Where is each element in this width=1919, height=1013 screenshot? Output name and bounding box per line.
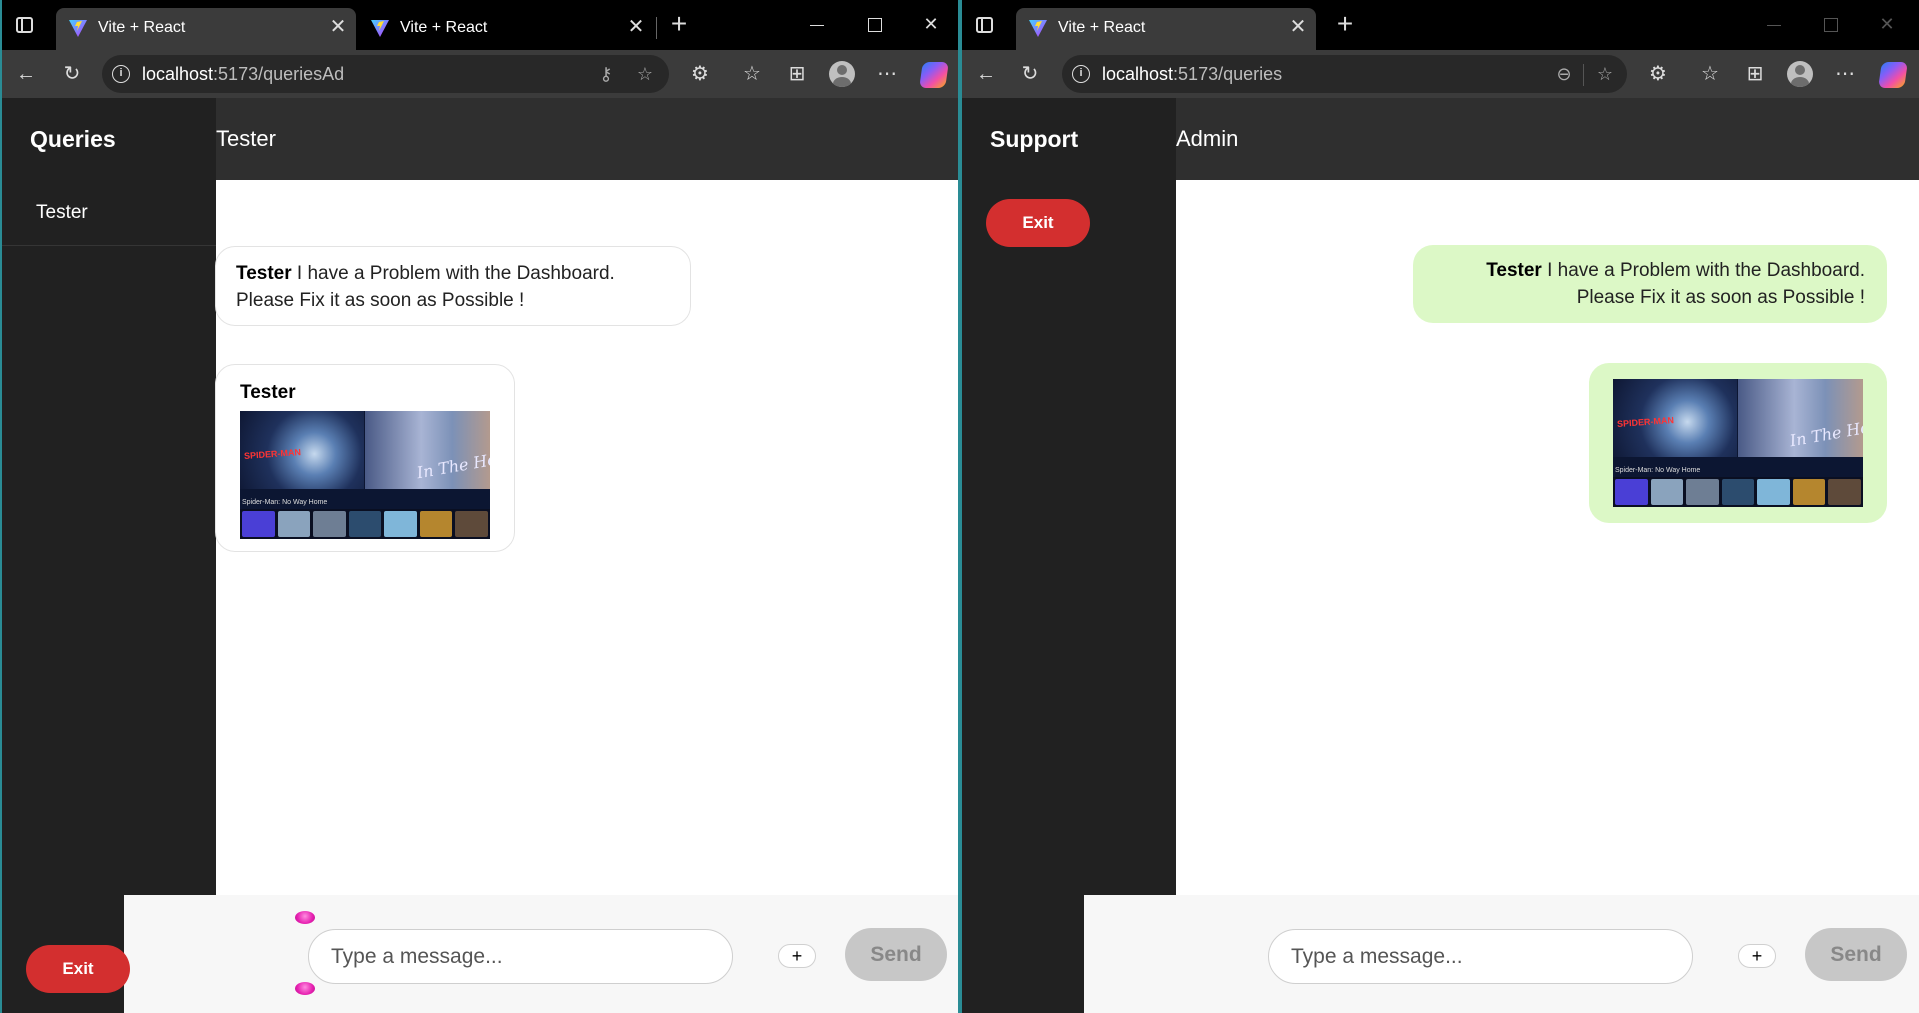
- address-bar[interactable]: i localhost:5173/queries ⊖ ☆: [1062, 55, 1627, 93]
- attach-button[interactable]: +: [1738, 944, 1776, 968]
- message-sender: Tester: [1486, 260, 1542, 281]
- message-text: I have a Problem with the Dashboard. Ple…: [1547, 260, 1865, 308]
- resize-handle-bottom[interactable]: [295, 982, 315, 995]
- browser-toolbar: ← ↻ i localhost:5173/queriesAd ⚷ ☆ ⚙ ☆ ⊞…: [2, 50, 958, 98]
- vite-logo-icon: [69, 20, 87, 37]
- sidebar: Support Exit: [962, 98, 1176, 1013]
- chat-app-user: Support Exit Admin Tester I have a Probl…: [962, 98, 1919, 1013]
- collections-icon[interactable]: ⊞: [785, 62, 809, 86]
- vite-logo-icon: [1029, 20, 1047, 37]
- more-menu-icon[interactable]: ⋯: [1833, 62, 1857, 86]
- sidebar-item-label: Tester: [36, 202, 88, 223]
- message-bubble: Tester I have a Problem with the Dashboa…: [215, 246, 691, 326]
- site-info-icon[interactable]: i: [112, 65, 130, 83]
- composer: + Send: [124, 895, 958, 1013]
- chat-title: Admin: [1176, 126, 1239, 151]
- tab-title: Vite + React: [98, 19, 186, 36]
- screenshot-image[interactable]: SPIDER-MAN In The Heights Spider-Man: No…: [1613, 379, 1863, 507]
- chat-header: Tester: [216, 98, 958, 180]
- desktop: Vite + React ✕ Vite + React ✕ + ✕ ← ↻ i …: [0, 0, 1919, 1013]
- maximize-icon[interactable]: [1816, 10, 1846, 38]
- url-text: localhost:5173/queries: [1102, 64, 1283, 84]
- send-button[interactable]: Send: [1805, 928, 1907, 981]
- minimize-icon[interactable]: [802, 10, 832, 38]
- chat-header: Admin: [1176, 98, 1919, 180]
- favorites-icon[interactable]: ☆: [740, 62, 764, 86]
- composer: + Send: [1084, 895, 1919, 1013]
- browser-window-right: Vite + React ✕ + ✕ ← ↻ i localhost:5173/…: [960, 0, 1919, 1013]
- tab-strip: Vite + React ✕ Vite + React ✕ + ✕: [2, 0, 958, 50]
- tab-actions-icon[interactable]: [14, 14, 36, 36]
- vite-logo-icon: [371, 20, 389, 37]
- tab-vite-react[interactable]: Vite + React ✕: [358, 8, 658, 50]
- close-window-icon[interactable]: ✕: [916, 10, 946, 38]
- browser-toolbar: ← ↻ i localhost:5173/queries ⊖ ☆ ⚙ ☆ ⊞ ⋯: [962, 50, 1919, 98]
- new-tab-icon[interactable]: +: [1331, 10, 1359, 39]
- profile-avatar-icon[interactable]: [829, 61, 855, 87]
- image-message-bubble: Tester SPIDER-MAN In The Heights Spider-…: [215, 364, 515, 552]
- back-icon[interactable]: ←: [14, 62, 38, 86]
- tab-title: Vite + React: [400, 19, 488, 36]
- browser-window-left: Vite + React ✕ Vite + React ✕ + ✕ ← ↻ i …: [0, 0, 960, 1013]
- sidebar: Queries Tester: [2, 98, 216, 1013]
- url-text: localhost:5173/queriesAd: [142, 64, 345, 84]
- close-window-icon[interactable]: ✕: [1872, 10, 1902, 38]
- sidebar-item-tester[interactable]: Tester: [2, 180, 216, 246]
- send-button[interactable]: Send: [845, 928, 947, 981]
- tab-vite-react-active[interactable]: Vite + React ✕: [56, 8, 356, 50]
- favorite-star-icon[interactable]: ☆: [635, 64, 655, 84]
- key-icon[interactable]: ⚷: [596, 64, 616, 84]
- message-input[interactable]: [308, 929, 733, 984]
- close-tab-icon[interactable]: ✕: [328, 17, 348, 37]
- extensions-icon[interactable]: ⚙: [688, 62, 712, 86]
- message-input[interactable]: [1268, 929, 1693, 984]
- message-sender: Tester: [236, 263, 292, 284]
- chat-title: Tester: [216, 126, 276, 151]
- refresh-icon[interactable]: ↻: [1018, 62, 1042, 86]
- copilot-icon[interactable]: [919, 62, 949, 88]
- exit-button[interactable]: Exit: [986, 199, 1090, 247]
- extensions-icon[interactable]: ⚙: [1646, 62, 1670, 86]
- close-tab-icon[interactable]: ✕: [1288, 17, 1308, 37]
- attach-button[interactable]: +: [778, 944, 816, 968]
- sidebar-title: Queries: [30, 126, 116, 152]
- copilot-icon[interactable]: [1878, 62, 1908, 88]
- sidebar-title: Support: [990, 126, 1079, 152]
- close-tab-icon[interactable]: ✕: [626, 17, 646, 37]
- address-bar[interactable]: i localhost:5173/queriesAd ⚷ ☆: [102, 55, 669, 93]
- site-info-icon[interactable]: i: [1072, 65, 1090, 83]
- tab-strip: Vite + React ✕ + ✕: [962, 0, 1919, 50]
- image-message-bubble-outgoing: SPIDER-MAN In The Heights Spider-Man: No…: [1589, 363, 1887, 523]
- screenshot-image[interactable]: SPIDER-MAN In The Heights Spider-Man: No…: [240, 411, 490, 539]
- favorites-icon[interactable]: ☆: [1698, 62, 1722, 86]
- back-icon[interactable]: ←: [974, 62, 998, 86]
- refresh-icon[interactable]: ↻: [60, 62, 84, 86]
- tab-vite-react-active[interactable]: Vite + React ✕: [1016, 8, 1316, 50]
- maximize-icon[interactable]: [860, 10, 890, 38]
- message-sender: Tester: [240, 382, 296, 403]
- resize-handle-top[interactable]: [295, 911, 315, 924]
- favorite-star-icon[interactable]: ☆: [1595, 64, 1615, 84]
- more-page-actions-icon[interactable]: ⊖: [1554, 64, 1574, 84]
- tab-divider: [656, 17, 657, 39]
- more-menu-icon[interactable]: ⋯: [875, 62, 899, 86]
- message-text: I have a Problem with the Dashboard. Ple…: [236, 263, 615, 311]
- exit-button[interactable]: Exit: [26, 945, 130, 993]
- tab-title: Vite + React: [1058, 19, 1146, 36]
- collections-icon[interactable]: ⊞: [1743, 62, 1767, 86]
- message-bubble-outgoing: Tester I have a Problem with the Dashboa…: [1413, 245, 1887, 323]
- profile-avatar-icon[interactable]: [1787, 61, 1813, 87]
- chat-app-admin: Queries Tester Tester Tester I have a Pr…: [2, 98, 958, 1013]
- minimize-icon[interactable]: [1759, 10, 1789, 38]
- tab-actions-icon[interactable]: [974, 14, 996, 36]
- new-tab-icon[interactable]: +: [665, 10, 693, 39]
